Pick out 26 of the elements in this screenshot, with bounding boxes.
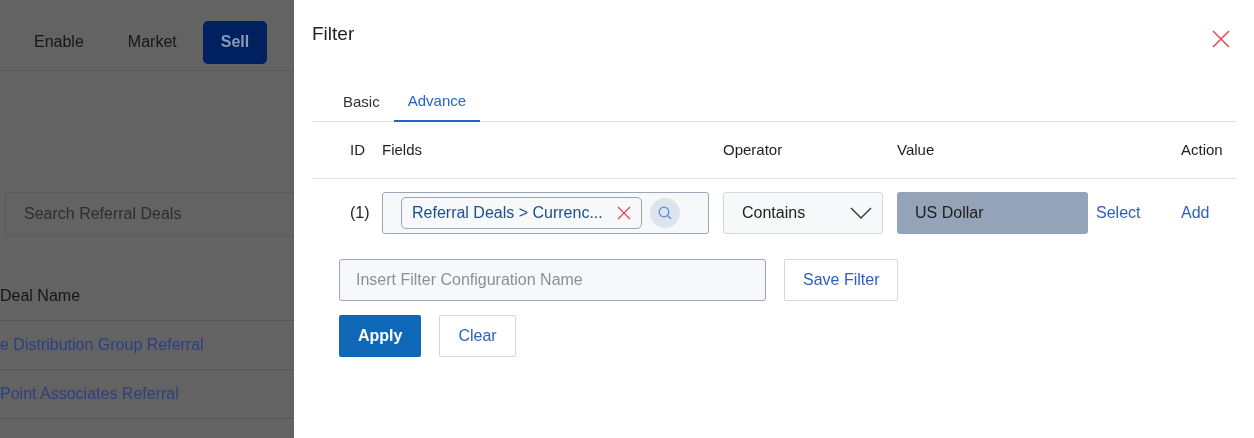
- column-header: ID: [349, 139, 366, 160]
- filter-tab[interactable]: Basic: [312, 82, 394, 122]
- value-field: US Dollar: [897, 192, 1088, 234]
- filter-tab[interactable]: Advance: [393, 82, 481, 122]
- field-tag-label: Referral Deals > Currenc...: [412, 203, 603, 223]
- save-filter-button[interactable]: Save Filter: [784, 259, 899, 301]
- add-link[interactable]: Add: [1181, 201, 1236, 225]
- nav-tab[interactable]: Sell: [202, 20, 268, 64]
- search-icon[interactable]: [649, 198, 680, 228]
- column-header: Operator: [723, 139, 784, 160]
- drawer-title: Filter: [312, 22, 355, 46]
- clear-button[interactable]: Clear: [439, 315, 516, 357]
- apply-button[interactable]: Apply: [339, 315, 422, 357]
- remove-icon[interactable]: [616, 206, 631, 220]
- column-header: Value: [897, 139, 936, 160]
- fields-field[interactable]: Referral Deals > Currenc...: [382, 192, 709, 234]
- select-link[interactable]: Select: [1096, 201, 1141, 225]
- chevron-down-icon: [850, 207, 872, 219]
- nav-tab[interactable]: Market: [105, 20, 199, 64]
- column-header: Action: [1181, 139, 1224, 160]
- column-header: Deal Name: [0, 285, 81, 306]
- row-id: (1): [349, 203, 371, 223]
- nav-tab[interactable]: Enable: [12, 20, 106, 64]
- operator-dropdown[interactable]: Contains: [723, 192, 883, 234]
- column-header: Fields: [382, 139, 423, 160]
- configuration-name-field[interactable]: Insert Filter Configuration Name: [339, 259, 766, 301]
